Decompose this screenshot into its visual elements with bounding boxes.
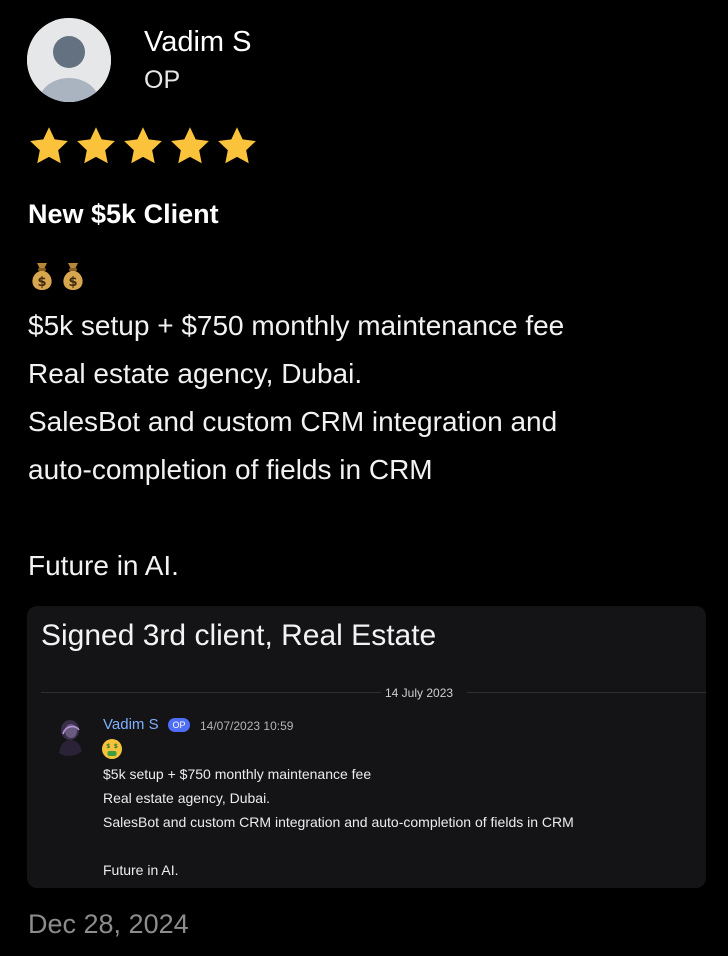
star-icon — [218, 127, 256, 164]
review-body-line: $5k setup + $750 monthly maintenance fee — [28, 310, 565, 341]
message-author-name: Vadim S — [103, 716, 159, 733]
message-timestamp: 14/07/2023 10:59 — [200, 719, 294, 733]
message-body: $5k setup + $750 monthly maintenance fee… — [103, 762, 574, 882]
screenshot-thread-title: Signed 3rd client, Real Estate — [41, 619, 437, 652]
svg-text:$: $ — [68, 275, 77, 290]
message-avatar-icon — [49, 716, 89, 756]
message-body-line: SalesBot and custom CRM integration and … — [103, 814, 574, 830]
review-title: New $5k Client — [28, 199, 219, 229]
svg-text:$: $ — [114, 743, 118, 750]
review-date: Dec 28, 2024 — [28, 909, 189, 939]
user-avatar-icon[interactable] — [27, 18, 111, 102]
svg-text:$: $ — [37, 275, 46, 290]
emoji-row: $ $ — [28, 260, 87, 292]
review-body-line: Future in AI. — [28, 550, 179, 581]
date-divider-line — [41, 692, 381, 693]
date-divider-line — [467, 692, 706, 693]
svg-text:$: $ — [106, 743, 110, 750]
message-body-line: $5k setup + $750 monthly maintenance fee — [103, 766, 372, 782]
op-badge: OP — [168, 718, 190, 732]
star-icon — [77, 127, 115, 164]
star-icon — [124, 127, 162, 164]
attached-screenshot[interactable]: Signed 3rd client, Real Estate 14 July 2… — [27, 606, 706, 888]
author-name[interactable]: Vadim S — [144, 24, 251, 60]
star-rating — [27, 124, 259, 168]
message-body-line: Future in AI. — [103, 862, 179, 878]
date-divider-label: 14 July 2023 — [385, 686, 454, 700]
money-bag-icon: $ — [32, 263, 52, 290]
message-body-line: Real estate agency, Dubai. — [103, 790, 271, 806]
review-body: $5k setup + $750 monthly maintenance fee… — [28, 302, 708, 590]
star-icon — [171, 127, 209, 164]
money-mouth-face-icon: $ $ — [102, 739, 122, 759]
review-body-line: auto-completion of fields in CRM — [28, 454, 433, 485]
review-body-line: SalesBot and custom CRM integration and — [28, 406, 558, 437]
star-icon — [30, 127, 68, 164]
review-body-line: Real estate agency, Dubai. — [28, 358, 363, 389]
author-role-badge: OP — [144, 66, 181, 94]
message-body-blank-line — [103, 834, 574, 858]
money-bag-icon: $ — [63, 263, 83, 290]
review-body-blank-line — [28, 494, 708, 542]
